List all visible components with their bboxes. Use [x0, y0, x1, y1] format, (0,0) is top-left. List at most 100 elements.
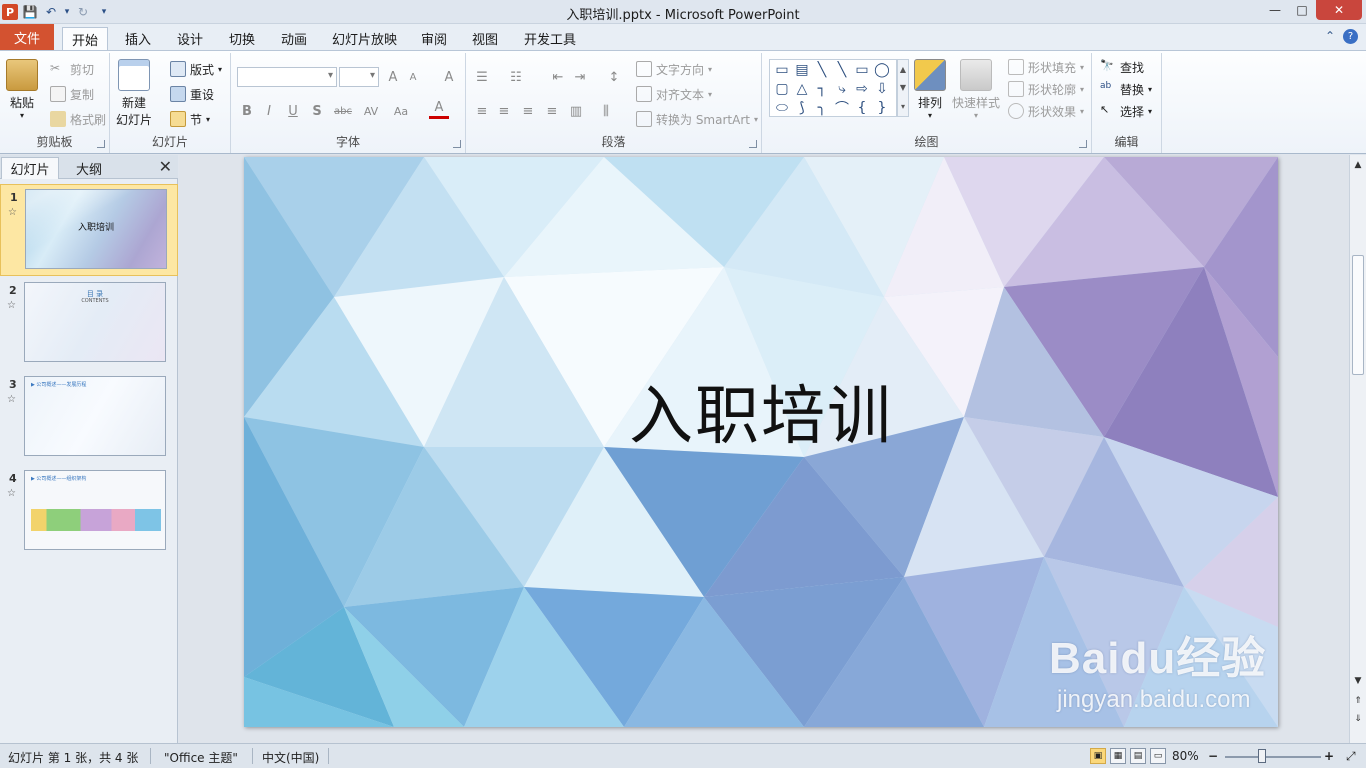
arrange-button[interactable]: 排列 ▾	[914, 59, 946, 120]
tab-view[interactable]: 视图	[463, 27, 507, 50]
tab-home[interactable]: 开始	[62, 27, 109, 50]
next-slide-icon[interactable]: ⇓	[1350, 711, 1366, 727]
help-icon[interactable]: ?	[1343, 29, 1358, 44]
align-left-button[interactable]: ≡	[472, 101, 492, 121]
distribute-button[interactable]: ▥	[566, 101, 586, 121]
slideshow-view-icon[interactable]: ▭	[1150, 748, 1166, 764]
shadow-button[interactable]: S	[307, 101, 327, 121]
shape-outline-button[interactable]: 形状轮廓 ▾	[1008, 79, 1084, 99]
drawing-launcher-icon[interactable]	[1079, 140, 1087, 148]
shape-rounded-rect-icon[interactable]: ▢	[772, 79, 792, 98]
slide-thumbnail-3[interactable]: 3 ☆ ▶ 公司概述——发展历程	[0, 372, 178, 464]
shape-curve-icon[interactable]: ╮	[812, 98, 832, 117]
line-spacing-button[interactable]: ↕	[604, 67, 624, 87]
change-case-button[interactable]: Aa	[389, 101, 413, 121]
justify-button[interactable]: ≡	[542, 101, 562, 121]
shape-textbox-icon[interactable]: ▭	[772, 60, 792, 79]
shape-vtextbox-icon[interactable]: ▤	[792, 60, 812, 79]
tab-animations[interactable]: 动画	[272, 27, 316, 50]
shape-triangle-icon[interactable]: △	[792, 79, 812, 98]
decrease-indent-button[interactable]: ⇤	[548, 67, 568, 87]
tab-design[interactable]: 设计	[168, 27, 212, 50]
shape-line-icon[interactable]: ╲	[812, 60, 832, 79]
vertical-scrollbar[interactable]: ▲ ▼ ⇑ ⇓	[1349, 155, 1366, 743]
close-button[interactable]: ✕	[1316, 0, 1362, 20]
bold-button[interactable]: B	[237, 101, 257, 121]
layout-button[interactable]: 版式 ▾	[170, 59, 222, 79]
reading-view-icon[interactable]: ▤	[1130, 748, 1146, 764]
slide-thumbnail-2[interactable]: 2 ☆ 目 录 CONTENTS	[0, 278, 178, 370]
slide-thumbnail-1[interactable]: 1 ☆ 入职培训	[0, 184, 178, 276]
shape-callout-icon[interactable]: ⬭	[772, 98, 792, 117]
shape-fill-button[interactable]: 形状填充 ▾	[1008, 57, 1084, 77]
tab-transitions[interactable]: 切换	[220, 27, 264, 50]
smartart-button[interactable]: 转换为 SmartArt ▾	[636, 109, 758, 129]
collapse-ribbon-icon[interactable]: ⌃	[1325, 29, 1335, 44]
font-size-combo[interactable]	[339, 67, 379, 87]
cut-button[interactable]: ✂ 剪切	[50, 59, 94, 79]
tab-file[interactable]: 文件	[0, 24, 55, 50]
format-painter-button[interactable]: 格式刷	[50, 109, 106, 129]
shrink-font-button[interactable]: A	[403, 67, 423, 87]
align-right-button[interactable]: ≡	[518, 101, 538, 121]
char-spacing-button[interactable]: AV	[359, 101, 383, 121]
shape-rectangle-icon[interactable]: ▭	[852, 60, 872, 79]
increase-indent-button[interactable]: ⇥	[570, 67, 590, 87]
shape-elbow-arrow-icon[interactable]: ⤷	[832, 79, 852, 98]
language-status[interactable]: 中文(中国)	[262, 749, 319, 766]
bullets-button[interactable]: ☰	[472, 67, 492, 87]
maximize-button[interactable]: □	[1289, 0, 1315, 20]
shape-elbow-icon[interactable]: ┐	[812, 79, 832, 98]
clipboard-launcher-icon[interactable]	[97, 140, 105, 148]
shapes-gallery-scroll[interactable]: ▲ ▼ ▾	[897, 59, 909, 117]
tab-outline[interactable]: 大纲	[60, 157, 118, 179]
section-button[interactable]: 节 ▾	[170, 109, 210, 129]
replace-button[interactable]: ab 替换 ▾	[1100, 79, 1152, 99]
slide-sorter-icon[interactable]: ▦	[1110, 748, 1126, 764]
align-text-button[interactable]: 对齐文本 ▾	[636, 84, 712, 104]
reset-button[interactable]: 重设	[170, 84, 214, 104]
text-direction-button[interactable]: 文字方向 ▾	[636, 59, 712, 79]
scroll-up-icon[interactable]: ▲	[1350, 157, 1366, 173]
quick-styles-button[interactable]: 快速样式 ▾	[952, 59, 1000, 120]
strikethrough-button[interactable]: abc	[331, 101, 355, 121]
tab-developer[interactable]: 开发工具	[515, 27, 585, 50]
shapes-gallery[interactable]: ▭ ▤ ╲ ╲ ▭ ◯ ▢ △ ┐ ⤷ ⇨ ⇩ ⬭ ⟆ ╮ ⌒ { }	[769, 59, 897, 117]
zoom-level[interactable]: 80%	[1172, 749, 1199, 763]
shape-effects-button[interactable]: 形状效果 ▾	[1008, 101, 1084, 121]
shape-freeform-icon[interactable]: ⟆	[792, 98, 812, 117]
numbering-button[interactable]: ☷	[506, 67, 526, 87]
zoom-slider-knob[interactable]	[1258, 749, 1266, 763]
shape-oval-icon[interactable]: ◯	[872, 60, 892, 79]
paste-button[interactable]: 粘贴 ▾	[6, 59, 38, 120]
fit-to-window-icon[interactable]: ⤢	[1346, 749, 1356, 764]
columns-button[interactable]: ⫼	[596, 101, 616, 121]
tab-slides-thumbnails[interactable]: 幻灯片	[1, 157, 59, 179]
align-center-button[interactable]: ≡	[494, 101, 514, 121]
find-button[interactable]: 🔭 查找	[1100, 57, 1144, 77]
shape-right-brace-icon[interactable]: }	[872, 98, 892, 117]
font-name-combo[interactable]	[237, 67, 337, 87]
shape-right-arrow-icon[interactable]: ⇨	[852, 79, 872, 98]
shape-down-arrow-icon[interactable]: ⇩	[872, 79, 892, 98]
scroll-thumb[interactable]	[1352, 255, 1364, 375]
italic-button[interactable]: I	[259, 101, 279, 121]
slide-title[interactable]: 入职培训	[244, 365, 1278, 457]
font-launcher-icon[interactable]	[453, 140, 461, 148]
shape-arrow-line-icon[interactable]: ╲	[832, 60, 852, 79]
shape-left-brace-icon[interactable]: {	[852, 98, 872, 117]
tab-slideshow[interactable]: 幻灯片放映	[323, 27, 406, 50]
tab-insert[interactable]: 插入	[116, 27, 160, 50]
font-color-button[interactable]: A	[429, 99, 449, 119]
previous-slide-icon[interactable]: ⇑	[1350, 693, 1366, 709]
zoom-out-icon[interactable]: −	[1208, 749, 1218, 763]
zoom-slider[interactable]	[1225, 756, 1321, 758]
close-pane-icon[interactable]: ✕	[159, 157, 172, 176]
grow-font-button[interactable]: A	[383, 67, 403, 87]
minimize-button[interactable]: —	[1262, 0, 1288, 20]
slide-thumbnail-4[interactable]: 4 ☆ ▶ 公司概述——组织架构	[0, 466, 178, 558]
current-slide[interactable]: 入职培训 Baidu经验 jingyan.baidu.com	[244, 157, 1278, 727]
scroll-down-icon[interactable]: ▼	[1350, 673, 1366, 689]
new-slide-button[interactable]: 新建 幻灯片	[116, 59, 152, 128]
clear-format-button[interactable]: A	[439, 67, 459, 87]
